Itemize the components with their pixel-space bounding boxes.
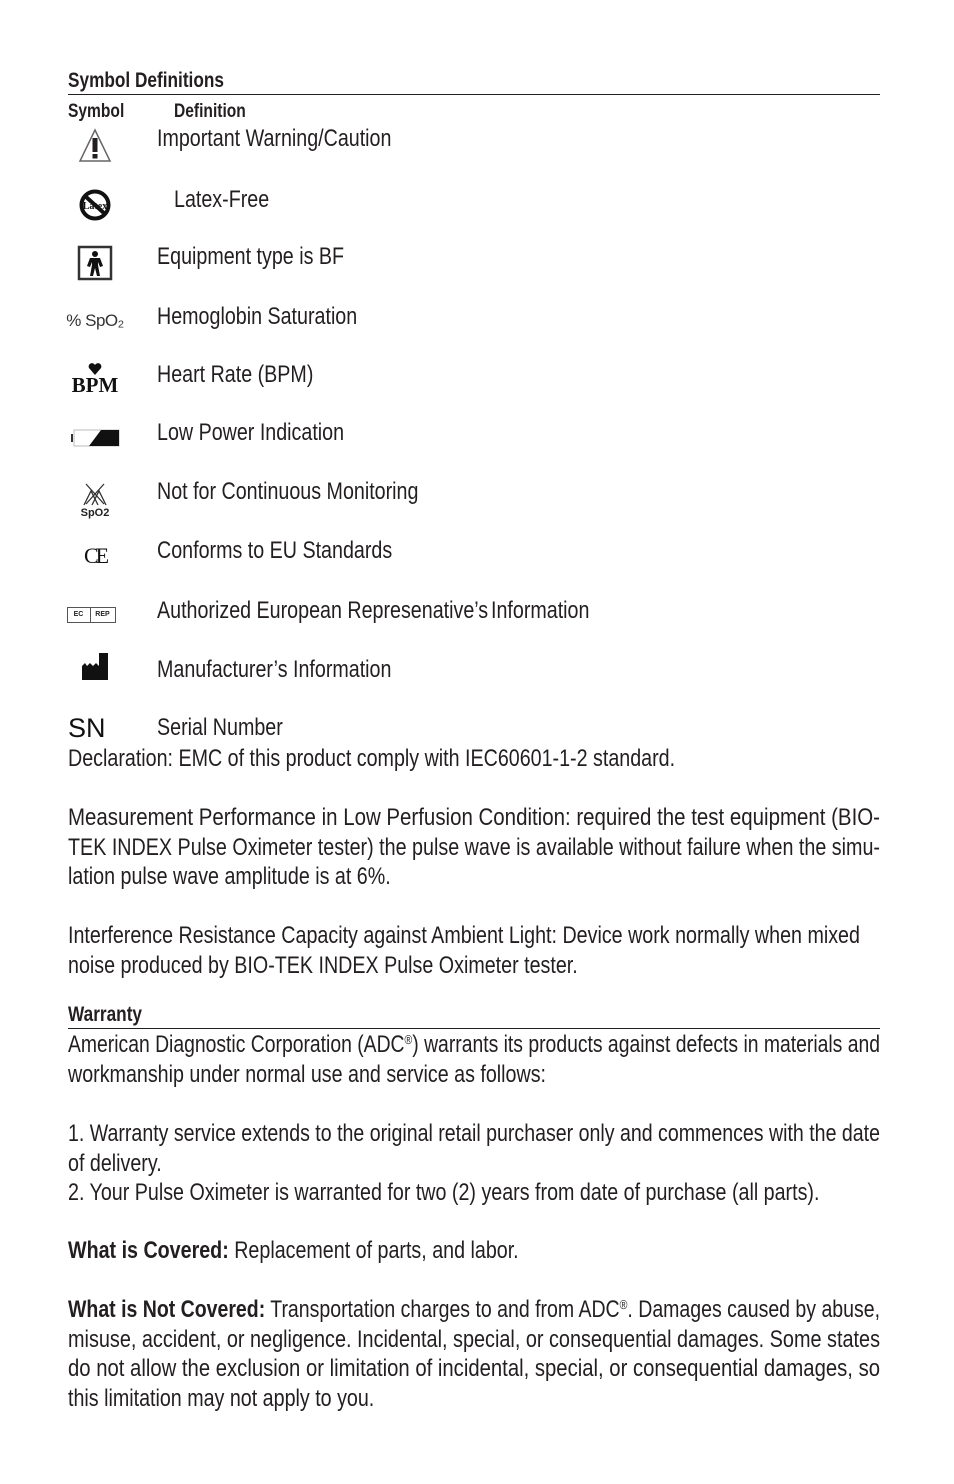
serial-number-icon: SN bbox=[68, 712, 106, 743]
ec-rep-icon: EC REP bbox=[64, 595, 118, 635]
symbol-label: Hemoglobin Saturation bbox=[157, 303, 358, 330]
symbol-label: Latex-Free bbox=[174, 186, 270, 213]
column-header-definition: Definition bbox=[174, 102, 262, 122]
symbol-label-extra: Information bbox=[491, 597, 590, 624]
heading-text: Warranty bbox=[68, 1003, 143, 1026]
not-continuous-monitoring-icon: SpO2 bbox=[68, 476, 122, 524]
symbol-row: CE Conforms to EU Standards bbox=[68, 536, 880, 576]
warranty-heading: Warranty bbox=[68, 1004, 880, 1029]
symbol-row: Manufacturer’s Information bbox=[68, 648, 880, 692]
declaration-paragraph: Declaration: EMC of this product comply … bbox=[68, 745, 676, 772]
symbol-label: Not for Continuous Monitoring bbox=[157, 478, 419, 505]
symbol-row: Low Power Indication bbox=[68, 418, 880, 458]
symbol-label: Heart Rate (BPM) bbox=[157, 361, 314, 388]
ambient-light-paragraph: Interference Resistance Capacity against… bbox=[68, 922, 860, 979]
ce-mark-icon: CE bbox=[83, 543, 109, 568]
symbol-row: Latex Latex-Free bbox=[68, 185, 880, 225]
column-header-symbol-text: Symbol bbox=[68, 101, 125, 122]
symbol-row: SpO2 Not for Continuous Monitoring bbox=[68, 476, 880, 524]
symbol-label: Important Warning/Caution bbox=[157, 125, 392, 152]
column-header-definition-text: Definition bbox=[174, 101, 246, 122]
symbol-label: Conforms to EU Standards bbox=[157, 537, 393, 564]
latex-free-icon: Latex bbox=[68, 185, 122, 225]
warranty-terms-list: 1. Warranty service extends to the origi… bbox=[68, 1119, 880, 1208]
symbol-row: EC REP Authorized European Represenative… bbox=[66, 595, 880, 635]
what-is-not-covered-paragraph: What is Not Covered: Transportation char… bbox=[68, 1296, 880, 1412]
symbol-label: Equipment type is BF bbox=[157, 243, 345, 270]
symbol-row: Equipment type is BF bbox=[68, 243, 880, 283]
low-battery-icon bbox=[68, 418, 122, 458]
warning-triangle-icon bbox=[68, 125, 122, 165]
symbol-label: Manufacturer’s Information bbox=[157, 656, 392, 683]
warranty-intro-paragraph: American Diagnostic Corporation (ADC®) w… bbox=[68, 1031, 880, 1088]
heading-text: Symbol Definitions bbox=[68, 69, 224, 92]
what-is-covered-paragraph: What is Covered: Replacement of parts, a… bbox=[68, 1237, 519, 1264]
low-perfusion-paragraph: Measurement Performance in Low Perfusion… bbox=[68, 804, 880, 890]
bpm-heart-icon: BPM bbox=[66, 357, 124, 401]
symbol-definitions-heading: Symbol Definitions bbox=[68, 70, 880, 95]
symbol-label: Serial Number bbox=[157, 714, 283, 741]
symbol-row: Important Warning/Caution bbox=[68, 125, 880, 165]
manufacturer-icon bbox=[68, 648, 122, 684]
type-bf-icon bbox=[68, 243, 122, 283]
symbol-label: Low Power Indication bbox=[157, 419, 345, 446]
list-item: 2. Your Pulse Oximeter is warranted for … bbox=[68, 1179, 820, 1206]
symbol-row: % SpO₂ Hemoglobin Saturation bbox=[66, 301, 880, 341]
symbol-row: BPM Heart Rate (BPM) bbox=[68, 357, 880, 401]
list-item: of delivery. bbox=[68, 1149, 162, 1177]
spo2-icon: % SpO₂ bbox=[66, 311, 124, 330]
symbol-row: SN Serial Number bbox=[68, 708, 880, 748]
column-header-symbol: Symbol bbox=[68, 102, 137, 122]
list-item: 1. Warranty service extends to the origi… bbox=[68, 1120, 880, 1147]
